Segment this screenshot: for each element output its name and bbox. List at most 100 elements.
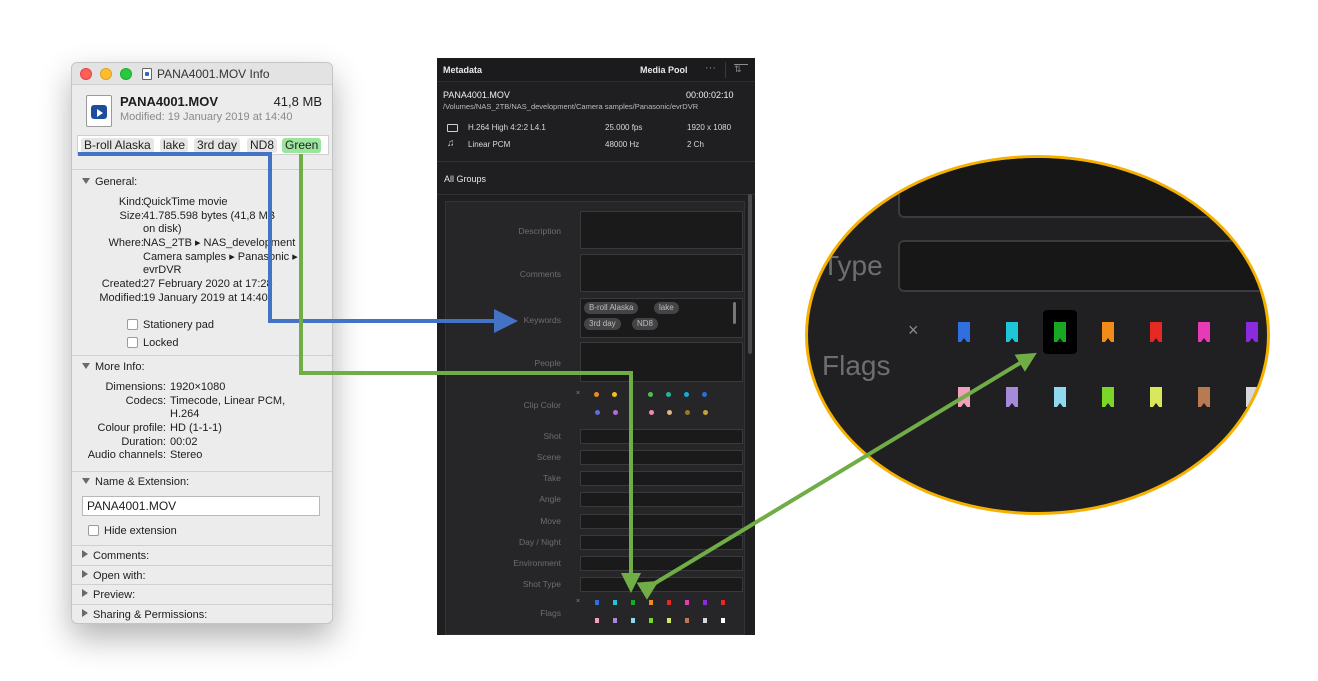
description-field[interactable] <box>580 211 743 249</box>
tag[interactable]: ND8 <box>247 138 278 153</box>
keyword-chip[interactable]: lake <box>654 302 679 314</box>
video-icon <box>447 124 458 132</box>
tag-green[interactable]: Green <box>282 138 322 153</box>
close-button[interactable] <box>80 68 92 80</box>
day-night-field[interactable] <box>580 535 743 550</box>
flag-swatch[interactable] <box>721 600 725 605</box>
flag-swatch[interactable] <box>649 600 653 605</box>
people-field[interactable] <box>580 342 743 382</box>
where-value: NAS_2TB ▸ NAS_development <box>143 237 296 249</box>
tag[interactable]: B-roll Alaska <box>81 138 154 153</box>
section-heading: Open with: <box>93 570 146 582</box>
scrollbar[interactable] <box>748 194 752 354</box>
section-heading: More Info: <box>95 361 145 373</box>
flag-swatch[interactable] <box>667 600 671 605</box>
clip-color-swatch[interactable] <box>703 410 708 415</box>
clip-color-swatch[interactable] <box>648 392 653 397</box>
clip-color-swatch[interactable] <box>666 392 671 397</box>
name-extension-section-toggle[interactable]: Name & Extension: <box>82 476 189 488</box>
field-label-flags: Flags <box>540 608 561 618</box>
name-extension-input[interactable]: PANA4001.MOV <box>82 496 320 516</box>
group-title[interactable]: All Groups <box>444 174 486 184</box>
flag-swatch[interactable] <box>613 618 617 623</box>
keyword-chip[interactable]: ND8 <box>632 318 659 330</box>
locked-checkbox[interactable] <box>127 337 138 348</box>
tab-media-pool[interactable]: Media Pool <box>640 65 688 75</box>
audio-channels-label: Audio channels: <box>87 449 166 461</box>
zoomed-type-field <box>898 240 1267 292</box>
window-title: PANA4001.MOV Info <box>157 67 270 81</box>
keywords-scrollbar[interactable] <box>733 302 736 324</box>
flag-swatch[interactable] <box>685 618 689 623</box>
angle-field[interactable] <box>580 492 743 507</box>
clip-color-swatch[interactable] <box>684 392 689 397</box>
flag-swatch[interactable] <box>667 618 671 623</box>
tab-metadata[interactable]: Metadata <box>443 65 482 75</box>
clip-color-swatch[interactable] <box>595 410 600 415</box>
title-bar: PANA4001.MOV Info <box>72 63 332 85</box>
tag[interactable]: 3rd day <box>194 138 241 153</box>
environment-field[interactable] <box>580 556 743 571</box>
zoom-callout: Type Flags × <box>805 155 1270 515</box>
open-with-section-toggle[interactable]: Open with: <box>82 570 146 582</box>
duration-value: 00:02 <box>170 435 198 448</box>
flag-swatch[interactable] <box>595 618 599 623</box>
colour-profile-label: Colour profile: <box>97 422 166 434</box>
clip-color-swatch[interactable] <box>685 410 690 415</box>
zoomed-flag-swatch <box>1102 322 1114 342</box>
field-label-clip-color: Clip Color <box>523 400 561 410</box>
sharing-section-toggle[interactable]: Sharing & Permissions: <box>82 609 207 621</box>
tag[interactable]: lake <box>160 138 189 153</box>
scene-field[interactable] <box>580 450 743 465</box>
clear-clip-color-icon[interactable]: × <box>576 390 580 397</box>
info-window: PANA4001.MOV Info PANA4001.MOV 41,8 MB M… <box>71 62 333 624</box>
more-info-section-toggle[interactable]: More Info: <box>82 361 145 373</box>
zoomed-flags-label: Flags <box>822 350 891 381</box>
flag-swatch[interactable] <box>685 600 689 605</box>
flag-swatch[interactable] <box>595 600 599 605</box>
clip-color-swatch[interactable] <box>667 410 672 415</box>
minimize-button[interactable] <box>100 68 112 80</box>
shot-type-field[interactable] <box>580 577 743 592</box>
clip-color-swatch[interactable] <box>613 410 618 415</box>
zoomed-flag-swatch <box>1198 387 1210 407</box>
flag-swatch[interactable] <box>649 618 653 623</box>
flag-swatch[interactable] <box>631 600 635 605</box>
divider <box>72 604 332 605</box>
comments-section-toggle[interactable]: Comments: <box>82 550 149 562</box>
keyword-chip[interactable]: B-roll Alaska <box>584 302 639 314</box>
size-label: Size: <box>119 209 144 222</box>
divider <box>437 161 755 162</box>
preview-section-toggle[interactable]: Preview: <box>82 589 135 601</box>
flag-swatch[interactable] <box>703 618 707 623</box>
zoomed-type-label: Type <box>822 250 883 281</box>
sort-icon[interactable] <box>734 64 748 76</box>
clip-color-swatch[interactable] <box>612 392 617 397</box>
clip-color-swatch[interactable] <box>702 392 707 397</box>
take-field[interactable] <box>580 471 743 486</box>
disclosure-down-icon <box>82 178 90 184</box>
flag-swatch[interactable] <box>721 618 725 623</box>
divider <box>72 565 332 566</box>
more-options-icon[interactable]: ··· <box>705 62 716 74</box>
audio-icon: ♫ <box>447 138 455 149</box>
hide-extension-checkbox[interactable] <box>88 525 99 536</box>
move-field[interactable] <box>580 514 743 529</box>
section-heading: Comments: <box>93 550 150 562</box>
keyword-chip[interactable]: 3rd day <box>584 318 621 330</box>
zoom-button[interactable] <box>120 68 132 80</box>
zoomed-flag-swatch <box>1150 387 1162 407</box>
comments-field[interactable] <box>580 254 743 292</box>
clip-color-swatch[interactable] <box>649 410 654 415</box>
flag-swatch[interactable] <box>703 600 707 605</box>
general-section-toggle[interactable]: General: <box>82 176 137 188</box>
flag-swatch[interactable] <box>631 618 635 623</box>
field-label-description: Description <box>518 226 561 236</box>
clip-color-swatch[interactable] <box>594 392 599 397</box>
stationery-checkbox[interactable] <box>127 319 138 330</box>
clear-flags-icon[interactable]: × <box>576 598 580 605</box>
flag-swatch[interactable] <box>613 600 617 605</box>
keywords-field[interactable]: B-roll Alaska lake 3rd day ND8 <box>580 298 743 338</box>
shot-field[interactable] <box>580 429 743 444</box>
tags-field[interactable]: B-roll Alaska lake 3rd day ND8 Green <box>77 135 329 155</box>
